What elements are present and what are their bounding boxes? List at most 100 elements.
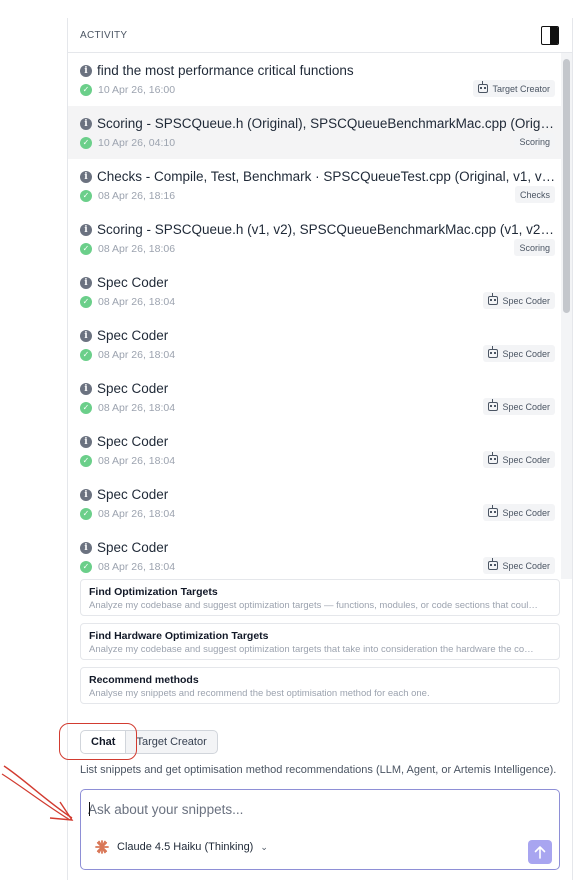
activity-item-title-row: i Spec Coder bbox=[80, 275, 556, 290]
activity-item-meta: ✓ 08 Apr 26, 18:04 bbox=[80, 455, 175, 467]
target-creator-mode-button[interactable]: Target Creator bbox=[126, 730, 218, 754]
robot-icon bbox=[488, 399, 499, 411]
activity-item[interactable]: i Spec Coder ✓ 08 Apr 26, 18:04 Spec Coder bbox=[68, 477, 562, 530]
activity-item-meta: ✓ 08 Apr 26, 18:16 bbox=[80, 190, 175, 202]
activity-item-date: 08 Apr 26, 18:04 bbox=[98, 508, 176, 520]
robot-icon bbox=[488, 293, 499, 305]
activity-item-title-row: i Spec Coder bbox=[80, 487, 556, 502]
sidebar-toggle-icon[interactable] bbox=[541, 26, 559, 45]
text-caret bbox=[89, 802, 90, 816]
check-circle-icon: ✓ bbox=[80, 402, 92, 414]
send-button[interactable] bbox=[528, 840, 552, 864]
info-icon: i bbox=[80, 329, 92, 342]
activity-item-date: 08 Apr 26, 18:16 bbox=[98, 190, 176, 202]
activity-item[interactable]: i Spec Coder ✓ 08 Apr 26, 18:04 Spec Coder bbox=[68, 371, 562, 424]
suggestion-recommend-methods[interactable]: Recommend methods Analyse my snippets an… bbox=[80, 667, 560, 704]
activity-item-meta: ✓ 08 Apr 26, 18:04 bbox=[80, 508, 175, 520]
activity-item-badge: Target Creator bbox=[473, 80, 555, 97]
suggestion-find-hardware-optimization-targets[interactable]: Find Hardware Optimization Targets Analy… bbox=[80, 623, 560, 660]
activity-item-meta: ✓ 10 Apr 26, 04:10 bbox=[80, 137, 175, 149]
activity-panel: ACTIVITY i find the most performance crit… bbox=[67, 18, 573, 880]
activity-item-title-row: i Scoring - SPSCQueue.h (v1, v2), SPSCQue… bbox=[80, 222, 556, 237]
activity-item-meta: ✓ 10 Apr 26, 16:00 bbox=[80, 84, 175, 96]
activity-item[interactable]: i Spec Coder ✓ 08 Apr 26, 18:04 Spec Coder bbox=[68, 424, 562, 477]
activity-item-title-row: i Scoring - SPSCQueue.h (Original), SPSCQ… bbox=[80, 116, 556, 131]
suggestion-title: Recommend methods bbox=[89, 674, 199, 686]
info-icon: i bbox=[80, 276, 92, 289]
activity-item[interactable]: i Spec Coder ✓ 08 Apr 26, 18:04 Spec Coder bbox=[68, 318, 562, 371]
check-circle-icon: ✓ bbox=[80, 243, 92, 255]
check-circle-icon: ✓ bbox=[80, 561, 92, 573]
activity-item-meta: ✓ 08 Apr 26, 18:04 bbox=[80, 561, 175, 573]
activity-title: ACTIVITY bbox=[80, 30, 128, 41]
annotation-arrow bbox=[1, 765, 74, 821]
activity-item-meta: ✓ 08 Apr 26, 18:04 bbox=[80, 349, 175, 361]
check-circle-icon: ✓ bbox=[80, 349, 92, 361]
info-icon: i bbox=[80, 488, 92, 501]
activity-item-title: Spec Coder bbox=[97, 275, 169, 290]
activity-item-date: 08 Apr 26, 18:04 bbox=[98, 402, 176, 414]
activity-item-date: 08 Apr 26, 18:06 bbox=[98, 243, 176, 255]
activity-item-title: Spec Coder bbox=[97, 487, 169, 502]
claude-logo-icon bbox=[95, 840, 109, 854]
model-selector[interactable]: Claude 4.5 Haiku (Thinking) ⌄ bbox=[95, 840, 268, 854]
activity-item-badge: Checks bbox=[514, 186, 555, 203]
activity-item-badge: Spec Coder bbox=[483, 292, 555, 309]
activity-item[interactable]: i Spec Coder ✓ 08 Apr 26, 18:04 Spec Coder bbox=[68, 265, 562, 318]
badge-label: Scoring bbox=[519, 136, 550, 147]
badge-label: Spec Coder bbox=[502, 454, 550, 465]
activity-item-title: find the most performance critical funct… bbox=[97, 63, 354, 78]
activity-item-date: 08 Apr 26, 18:04 bbox=[98, 349, 176, 361]
activity-item-title-row: i Spec Coder bbox=[80, 381, 556, 396]
activity-item-title-row: i Spec Coder bbox=[80, 540, 556, 555]
mode-hint: List snippets and get optimisation metho… bbox=[80, 764, 557, 776]
annotation-circle bbox=[59, 723, 137, 760]
activity-item-title: Spec Coder bbox=[97, 540, 169, 555]
activity-item-badge: Spec Coder bbox=[483, 504, 555, 521]
chevron-down-icon: ⌄ bbox=[260, 841, 268, 852]
activity-item-title-row: i Checks - Compile, Test, Benchmark · SPS… bbox=[80, 169, 556, 184]
check-circle-icon: ✓ bbox=[80, 296, 92, 308]
activity-list: i find the most performance critical func… bbox=[68, 53, 562, 579]
activity-item-meta: ✓ 08 Apr 26, 18:04 bbox=[80, 402, 175, 414]
badge-label: Spec Coder bbox=[502, 401, 550, 412]
info-icon: i bbox=[80, 382, 92, 395]
activity-item-title: Spec Coder bbox=[97, 434, 169, 449]
activity-item-date: 08 Apr 26, 18:04 bbox=[98, 561, 176, 573]
activity-item-meta: ✓ 08 Apr 26, 18:06 bbox=[80, 243, 175, 255]
robot-icon bbox=[488, 346, 499, 358]
suggestion-title: Find Optimization Targets bbox=[89, 586, 218, 598]
check-circle-icon: ✓ bbox=[80, 84, 92, 96]
chat-input[interactable] bbox=[88, 797, 488, 821]
activity-item[interactable]: i Scoring - SPSCQueue.h (v1, v2), SPSCQue… bbox=[68, 212, 562, 265]
info-icon: i bbox=[80, 117, 92, 130]
info-icon: i bbox=[80, 170, 92, 183]
info-icon: i bbox=[80, 223, 92, 236]
activity-item-badge: Spec Coder bbox=[483, 345, 555, 362]
activity-item[interactable]: i Scoring - SPSCQueue.h (Original), SPSCQ… bbox=[68, 106, 562, 159]
activity-item-title: Scoring - SPSCQueue.h (Original), SPSCQu… bbox=[97, 116, 556, 131]
arrow-up-icon bbox=[534, 846, 546, 859]
activity-item[interactable]: i find the most performance critical func… bbox=[68, 53, 562, 106]
robot-icon bbox=[478, 81, 489, 93]
check-circle-icon: ✓ bbox=[80, 137, 92, 149]
scrollbar-thumb[interactable] bbox=[563, 59, 570, 313]
suggestion-find-optimization-targets[interactable]: Find Optimization Targets Analyze my cod… bbox=[80, 579, 560, 616]
activity-item-badge: Spec Coder bbox=[483, 557, 555, 574]
activity-scrollbar[interactable] bbox=[561, 53, 572, 579]
activity-item[interactable]: i Spec Coder ✓ 08 Apr 26, 18:04 Spec Coder bbox=[68, 530, 562, 579]
activity-item-date: 08 Apr 26, 18:04 bbox=[98, 296, 176, 308]
suggestion-description: Analyze my codebase and suggest optimiza… bbox=[89, 600, 538, 611]
activity-item-date: 08 Apr 26, 18:04 bbox=[98, 455, 176, 467]
activity-item-title-row: i find the most performance critical func… bbox=[80, 63, 556, 78]
model-name: Claude 4.5 Haiku (Thinking) bbox=[117, 841, 254, 853]
badge-label: Spec Coder bbox=[502, 560, 550, 571]
badge-label: Spec Coder bbox=[502, 348, 550, 359]
info-icon: i bbox=[80, 541, 92, 554]
activity-item[interactable]: i Checks - Compile, Test, Benchmark · SPS… bbox=[68, 159, 562, 212]
activity-item-meta: ✓ 08 Apr 26, 18:04 bbox=[80, 296, 175, 308]
check-circle-icon: ✓ bbox=[80, 508, 92, 520]
robot-icon bbox=[488, 452, 499, 464]
activity-header: ACTIVITY bbox=[68, 18, 573, 53]
suggestion-title: Find Hardware Optimization Targets bbox=[89, 630, 269, 642]
